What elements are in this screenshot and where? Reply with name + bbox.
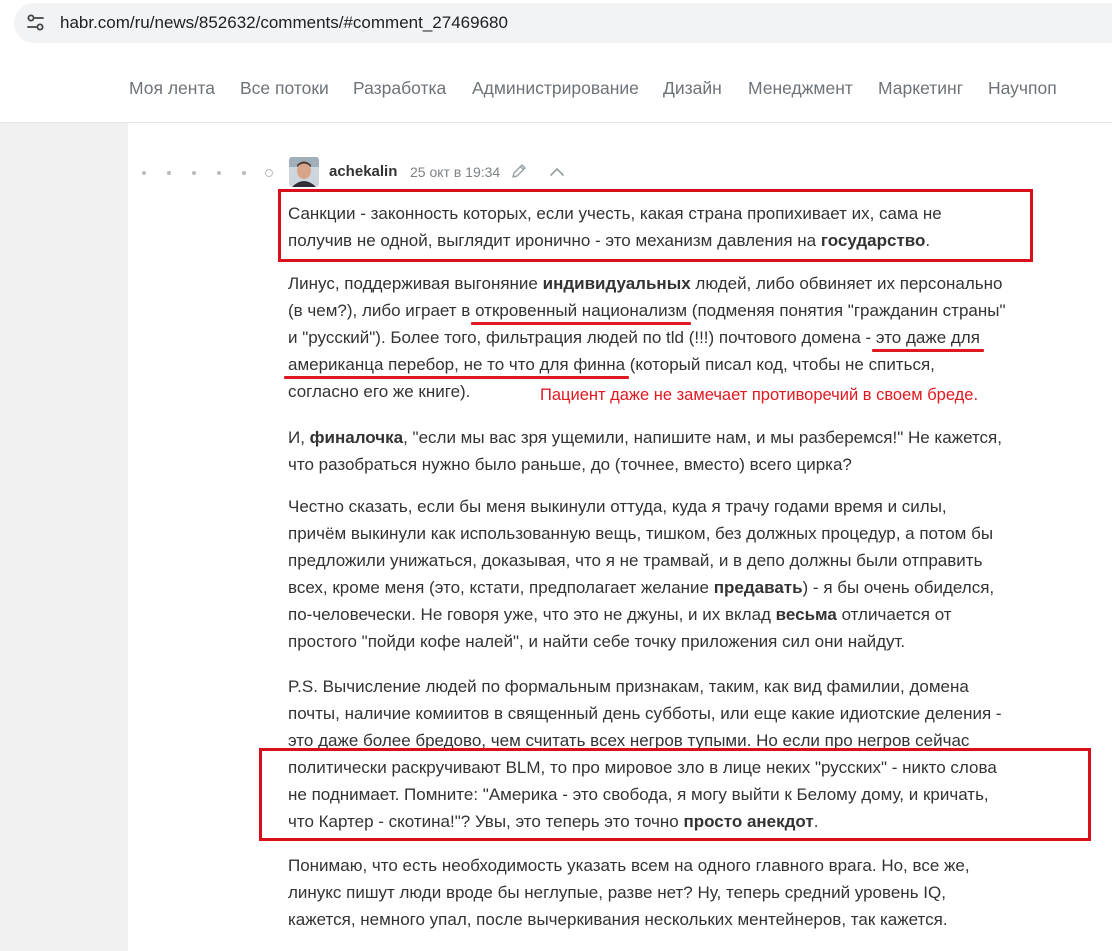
text-line: Линус, поддерживая выгоняние индивидуаль… [288, 270, 1088, 297]
comment-paragraph-2: Линус, поддерживая выгоняние индивидуаль… [288, 270, 1088, 405]
highlight-box [278, 189, 1033, 262]
thread-current-dot [265, 169, 273, 177]
nav-item-popsci[interactable]: Научпоп [988, 78, 1057, 99]
nav-item-development[interactable]: Разработка [353, 78, 446, 99]
nav-item-design[interactable]: Дизайн [663, 78, 722, 99]
text-line: линукс пишут люди вроде бы неглупые, раз… [288, 883, 946, 902]
chevron-up-icon[interactable] [548, 163, 566, 181]
nav-item-my-feed[interactable]: Моя лента [129, 78, 215, 99]
text-line: предложили унижаться, доказывая, что я н… [288, 551, 983, 570]
text-line: всех, кроме меня (это, кстати, предполаг… [288, 574, 1088, 601]
thread-depth-dot [167, 171, 171, 175]
text-span: и "русский"). Более того, фильтрация люд… [288, 328, 876, 347]
text-line: Понимаю, что есть необходимость указать … [288, 856, 970, 875]
text-span: всех, кроме меня (это, кстати, предполаг… [288, 578, 714, 597]
text-line: И, финалочка, "если мы вас зря ущемили, … [288, 424, 1088, 451]
bold-text: предавать [713, 578, 803, 597]
text-line: простого "пойди кофе налей", и найти себ… [288, 632, 906, 651]
text-line: причём выкинули как использованную вещь,… [288, 524, 994, 543]
comment-time[interactable]: 25 окт в 19:34 [410, 164, 500, 180]
text-line: P.S. Вычисление людей по формальным приз… [288, 677, 969, 696]
text-span: людей, либо обвиняет их персонально [690, 274, 1003, 293]
nav-item-management[interactable]: Менеджмент [748, 78, 853, 99]
bold-text: весьма [775, 605, 837, 624]
thread-depth-dot [142, 171, 146, 175]
text-line: кажется, немного упал, после вычеркивани… [288, 910, 948, 929]
bold-text: индивидуальных [542, 274, 691, 293]
url-text[interactable]: habr.com/ru/news/852632/comments/#commen… [60, 13, 508, 33]
thread-depth-dot [242, 171, 246, 175]
tune-icon[interactable] [24, 11, 48, 35]
text-span: , "если мы вас зря ущемили, напишите нам… [403, 428, 1002, 447]
underlined-highlight: это даже для [875, 328, 980, 347]
hub-navigation: Моя лента Все потоки Разработка Админист… [0, 52, 1112, 123]
nav-item-all-streams[interactable]: Все потоки [240, 78, 329, 99]
bold-text: финалочка [309, 428, 404, 447]
text-line: (в чем?), либо играет в откровенный наци… [288, 297, 1088, 324]
text-line: почты, наличие комиитов в священный день… [288, 704, 1002, 723]
text-span: (подменяя понятия "гражданин страны" [687, 301, 1006, 320]
text-span: (в чем?), либо играет в [288, 301, 476, 320]
text-span: И, [288, 428, 310, 447]
text-line: и "русский"). Более того, фильтрация люд… [288, 324, 1088, 351]
nav-item-marketing[interactable]: Маркетинг [878, 78, 963, 99]
nav-item-administration[interactable]: Администрирование [472, 78, 639, 99]
text-line: по-человечески. Не говоря уже, что это н… [288, 601, 1088, 628]
text-span: (который писал код, чтобы не спиться, [625, 355, 935, 374]
omnibox[interactable]: habr.com/ru/news/852632/comments/#commen… [14, 3, 1112, 43]
underlined-highlight: американца перебор, не то что для финна [288, 355, 626, 374]
avatar[interactable] [289, 157, 319, 187]
text-span: ) - я бы очень обиделся, [802, 578, 995, 597]
comment-paragraph-3: И, финалочка, "если мы вас зря ущемили, … [288, 424, 1088, 478]
comment-paragraph-6: Понимаю, что есть необходимость указать … [288, 852, 1088, 933]
thread-depth-dot [192, 171, 196, 175]
text-line: что разобраться нужно было раньше, до (т… [288, 455, 852, 474]
text-span: Линус, поддерживая выгоняние [288, 274, 543, 293]
comment-author[interactable]: achekalin [329, 163, 397, 180]
text-span: по-человечески. Не говоря уже, что это н… [288, 605, 776, 624]
highlight-box [259, 748, 1091, 841]
text-line: Честно сказать, если бы меня выкинули от… [288, 497, 947, 516]
pencil-icon[interactable] [510, 162, 528, 180]
underlined-highlight: откровенный национализм [475, 301, 688, 320]
text-line: американца перебор, не то что для финна … [288, 351, 1088, 378]
annotation-note: Пациент даже не замечает противоречий в … [540, 386, 979, 404]
text-span: отличается от [836, 605, 952, 624]
user-avatar-icon [289, 157, 319, 187]
thread-depth-dot [217, 171, 221, 175]
browser-address-bar: habr.com/ru/news/852632/comments/#commen… [0, 0, 1112, 52]
comment-paragraph-4: Честно сказать, если бы меня выкинули от… [288, 493, 1088, 655]
